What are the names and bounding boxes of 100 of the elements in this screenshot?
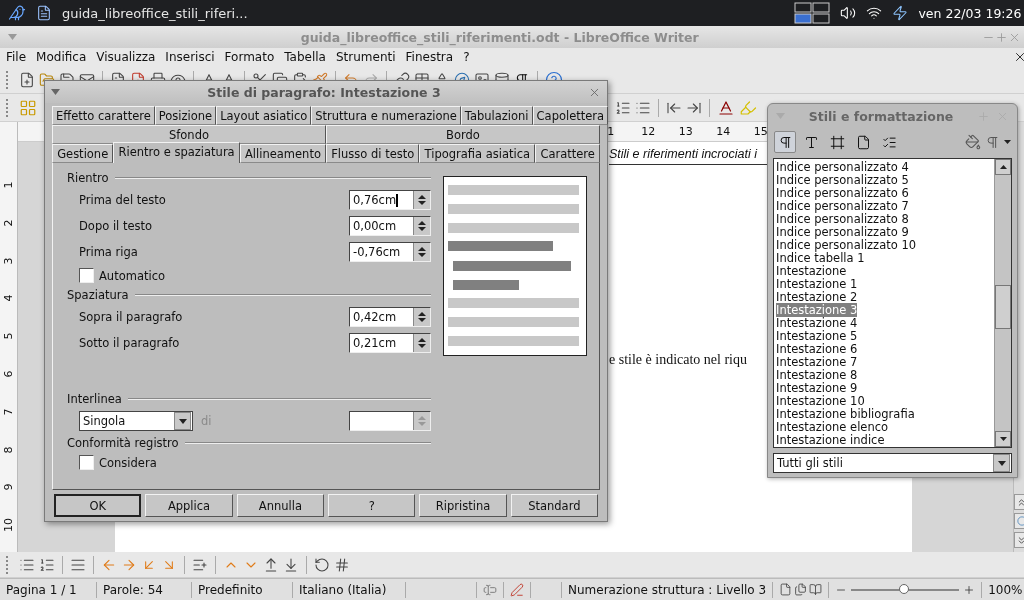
spin-field[interactable]: 0,76cm [349, 190, 431, 210]
dialog-button[interactable]: OK [54, 494, 142, 517]
tab[interactable]: Bordo [326, 125, 600, 144]
restart-numbering-icon[interactable] [314, 556, 330, 573]
task-title[interactable]: guida_libreoffice_stili_riferi... [62, 5, 248, 21]
style-item[interactable]: Indice tabella 1 [776, 251, 865, 265]
style-item[interactable]: Intestazione 3 [776, 303, 858, 317]
style-item[interactable]: Indice personalizzato 5 [776, 173, 909, 187]
style-filter-dropdown[interactable]: Tutti gli stili [773, 453, 1012, 473]
dialog-button[interactable]: Applica [145, 494, 233, 517]
up-arrow-icon[interactable] [999, 165, 1007, 169]
menu-item[interactable]: Inserisci [161, 50, 221, 64]
menu-item[interactable]: Strumenti [331, 50, 402, 64]
tab[interactable]: Tipografia asiatica [419, 144, 536, 163]
style-item[interactable]: Indice personalizzato 6 [776, 186, 909, 200]
move-up-icon[interactable] [263, 556, 279, 573]
volume-icon[interactable] [840, 5, 857, 21]
menu-item[interactable]: Visualizza [92, 50, 162, 64]
style-item[interactable]: Intestazione 6 [776, 342, 858, 356]
new-style-icon[interactable] [985, 134, 1000, 150]
dialog-button[interactable]: Annulla [236, 494, 324, 517]
dialog-button[interactable]: ? [328, 494, 416, 517]
style-item[interactable]: Intestazione 8 [776, 368, 858, 382]
style-item[interactable]: Intestazione elenco [776, 420, 889, 434]
tab[interactable]: Posizione [154, 106, 217, 125]
style-item[interactable]: Intestazione 4 [776, 316, 858, 330]
close-icon[interactable] [1013, 50, 1024, 64]
tab[interactable]: Effetto carattere [52, 106, 155, 125]
spin-field[interactable]: 0,42cm [349, 307, 431, 327]
menu-item[interactable]: Formato [220, 50, 281, 64]
down-arrow-icon[interactable] [1004, 140, 1011, 144]
numbering-icon[interactable] [334, 556, 350, 573]
checkbox[interactable] [79, 268, 94, 283]
tab[interactable]: Flusso di testo [326, 144, 420, 163]
style-item[interactable]: Intestazione 7 [776, 355, 858, 369]
style-item[interactable]: Intestazione indice [776, 433, 885, 447]
style-item[interactable]: Intestazione 9 [776, 381, 858, 395]
spin-arrows-icon[interactable] [418, 337, 426, 349]
tab[interactable]: Struttura e numerazione [311, 106, 461, 125]
ruler-number: 2 [1, 218, 16, 229]
tab[interactable]: Allineamento [239, 144, 327, 163]
new-document-icon[interactable] [19, 71, 35, 88]
tab[interactable]: Gestione [52, 144, 114, 163]
tab[interactable]: Rientro e spaziatura [113, 142, 240, 163]
spin-field[interactable]: 0,00cm [349, 216, 431, 236]
style-item[interactable]: Indice personalizzato 8 [776, 212, 909, 226]
dropdown-arrow-icon[interactable] [997, 460, 1006, 466]
style-item[interactable]: Intestazione 5 [776, 329, 858, 343]
spin-arrows-icon[interactable] [418, 311, 426, 323]
scrollbar[interactable] [994, 159, 1011, 447]
zoom-slider-thumb[interactable] [899, 583, 910, 594]
menu-item[interactable]: ? [459, 50, 476, 64]
checkbox-label: Considera [99, 455, 157, 470]
book-view-icon[interactable] [809, 583, 823, 596]
clock[interactable]: ven 22/03 19:26 [918, 5, 1022, 21]
workspaces-icon[interactable] [794, 2, 831, 24]
multi-page-icon[interactable] [794, 583, 808, 596]
wifi-icon[interactable] [866, 5, 883, 21]
dialog-button[interactable]: Ripristina [419, 494, 507, 517]
checkbox[interactable] [79, 455, 94, 470]
style-item[interactable]: Intestazione 1 [776, 277, 858, 291]
menu-item[interactable]: Finestra [401, 50, 460, 64]
document-icon[interactable] [36, 5, 52, 21]
menu-item[interactable]: File [2, 50, 33, 64]
dropdown-arrow-icon[interactable] [178, 418, 187, 424]
menu-item[interactable]: Tabella [280, 50, 332, 64]
lightning-icon[interactable] [892, 5, 909, 21]
style-item[interactable]: Indice personalizzato 7 [776, 199, 909, 213]
ruler-number: 1 [1, 180, 16, 191]
zoom-in-icon[interactable] [963, 583, 976, 596]
move-down-icon[interactable] [283, 556, 299, 573]
paint-bucket-icon[interactable] [965, 134, 981, 150]
spin-field[interactable]: -0,76cm [349, 242, 431, 262]
style-item[interactable]: Intestazione [776, 264, 847, 278]
tab[interactable]: Tabulazioni [460, 106, 533, 125]
style-item[interactable]: Intestazione 2 [776, 290, 858, 304]
spin-field[interactable]: 0,21cm [349, 333, 431, 353]
spin-arrows-icon[interactable] [418, 246, 426, 258]
tab[interactable]: Carattere [535, 144, 601, 163]
signature-icon[interactable] [510, 582, 524, 597]
bird-icon[interactable] [8, 4, 26, 22]
tab[interactable]: Layout asiatico [216, 106, 312, 125]
style-item[interactable]: Indice personalizzato 9 [776, 225, 909, 239]
field-label: Sopra il paragrafo [79, 310, 183, 324]
language: Italiano (Italia) [293, 581, 406, 598]
tab[interactable]: Capolettera [532, 106, 609, 125]
spin-arrows-icon[interactable] [418, 220, 426, 232]
style-item[interactable]: Intestazione 10 [776, 394, 865, 408]
single-page-icon[interactable] [779, 583, 793, 596]
numbered-list-icon[interactable] [39, 556, 55, 573]
numbered-list-icon[interactable] [615, 99, 631, 116]
down-arrow-icon[interactable] [999, 437, 1007, 441]
style-item[interactable]: Intestazione bibliografia [776, 407, 915, 421]
menu-item[interactable]: Modifica [32, 50, 93, 64]
dialog-button[interactable]: Standard [510, 494, 598, 517]
style-item[interactable]: Indice personalizzato 10 [776, 238, 917, 252]
spin-arrows-icon[interactable] [418, 194, 426, 206]
tab[interactable]: Sfondo [52, 125, 326, 144]
scrollbar-thumb[interactable] [995, 285, 1011, 329]
ruler-number: 8 [1, 445, 16, 455]
